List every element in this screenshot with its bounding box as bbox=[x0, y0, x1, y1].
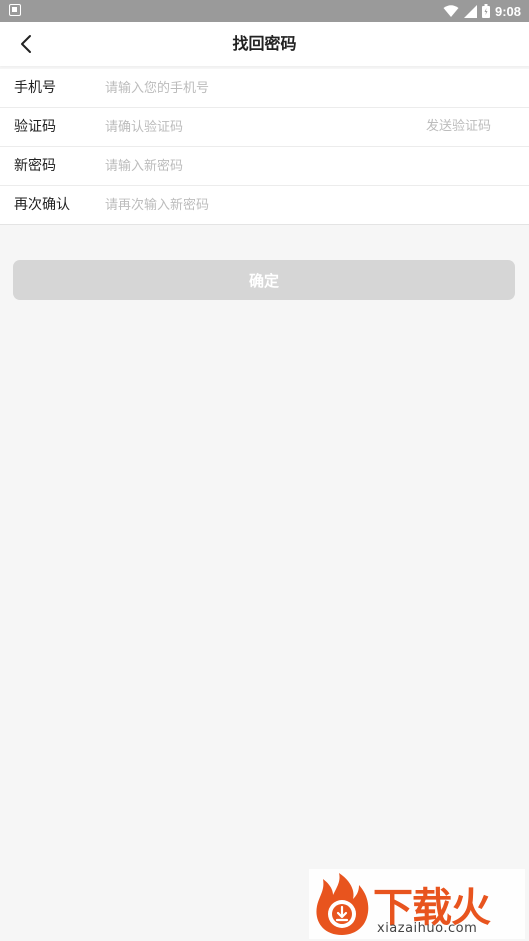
status-time: 9:08 bbox=[494, 3, 521, 19]
confirm-button[interactable]: 确定 bbox=[13, 260, 515, 300]
form-row-code: 验证码 发送验证码 bbox=[0, 108, 529, 147]
battery-icon bbox=[481, 4, 490, 18]
code-label: 验证码 bbox=[14, 119, 56, 135]
notification-icon bbox=[9, 4, 21, 16]
watermark-url: xiazaihuo.com bbox=[377, 921, 478, 936]
confirm-password-input[interactable] bbox=[100, 192, 410, 218]
wifi-icon bbox=[443, 4, 459, 17]
watermark: 下载火 xiazaihuo.com bbox=[309, 869, 525, 939]
phone-label: 手机号 bbox=[14, 80, 56, 96]
form-row-new-password: 新密码 bbox=[0, 147, 529, 186]
flame-logo-icon bbox=[316, 873, 369, 935]
phone-input[interactable] bbox=[100, 75, 410, 101]
new-password-label: 新密码 bbox=[14, 158, 56, 174]
nav-header: 找回密码 bbox=[0, 22, 529, 66]
reset-password-form: 手机号 验证码 发送验证码 新密码 再次确认 bbox=[0, 69, 529, 225]
signal-icon bbox=[463, 4, 477, 18]
page-title: 找回密码 bbox=[232, 34, 297, 53]
send-code-button[interactable]: 发送验证码 bbox=[426, 108, 491, 146]
form-row-phone: 手机号 bbox=[0, 69, 529, 108]
status-bar: 9:08 bbox=[0, 0, 529, 22]
form-row-confirm-password: 再次确认 bbox=[0, 186, 529, 225]
new-password-input[interactable] bbox=[100, 153, 410, 179]
status-icons: 9:08 bbox=[443, 2, 521, 20]
code-input[interactable] bbox=[100, 114, 410, 140]
confirm-password-label: 再次确认 bbox=[14, 197, 70, 213]
